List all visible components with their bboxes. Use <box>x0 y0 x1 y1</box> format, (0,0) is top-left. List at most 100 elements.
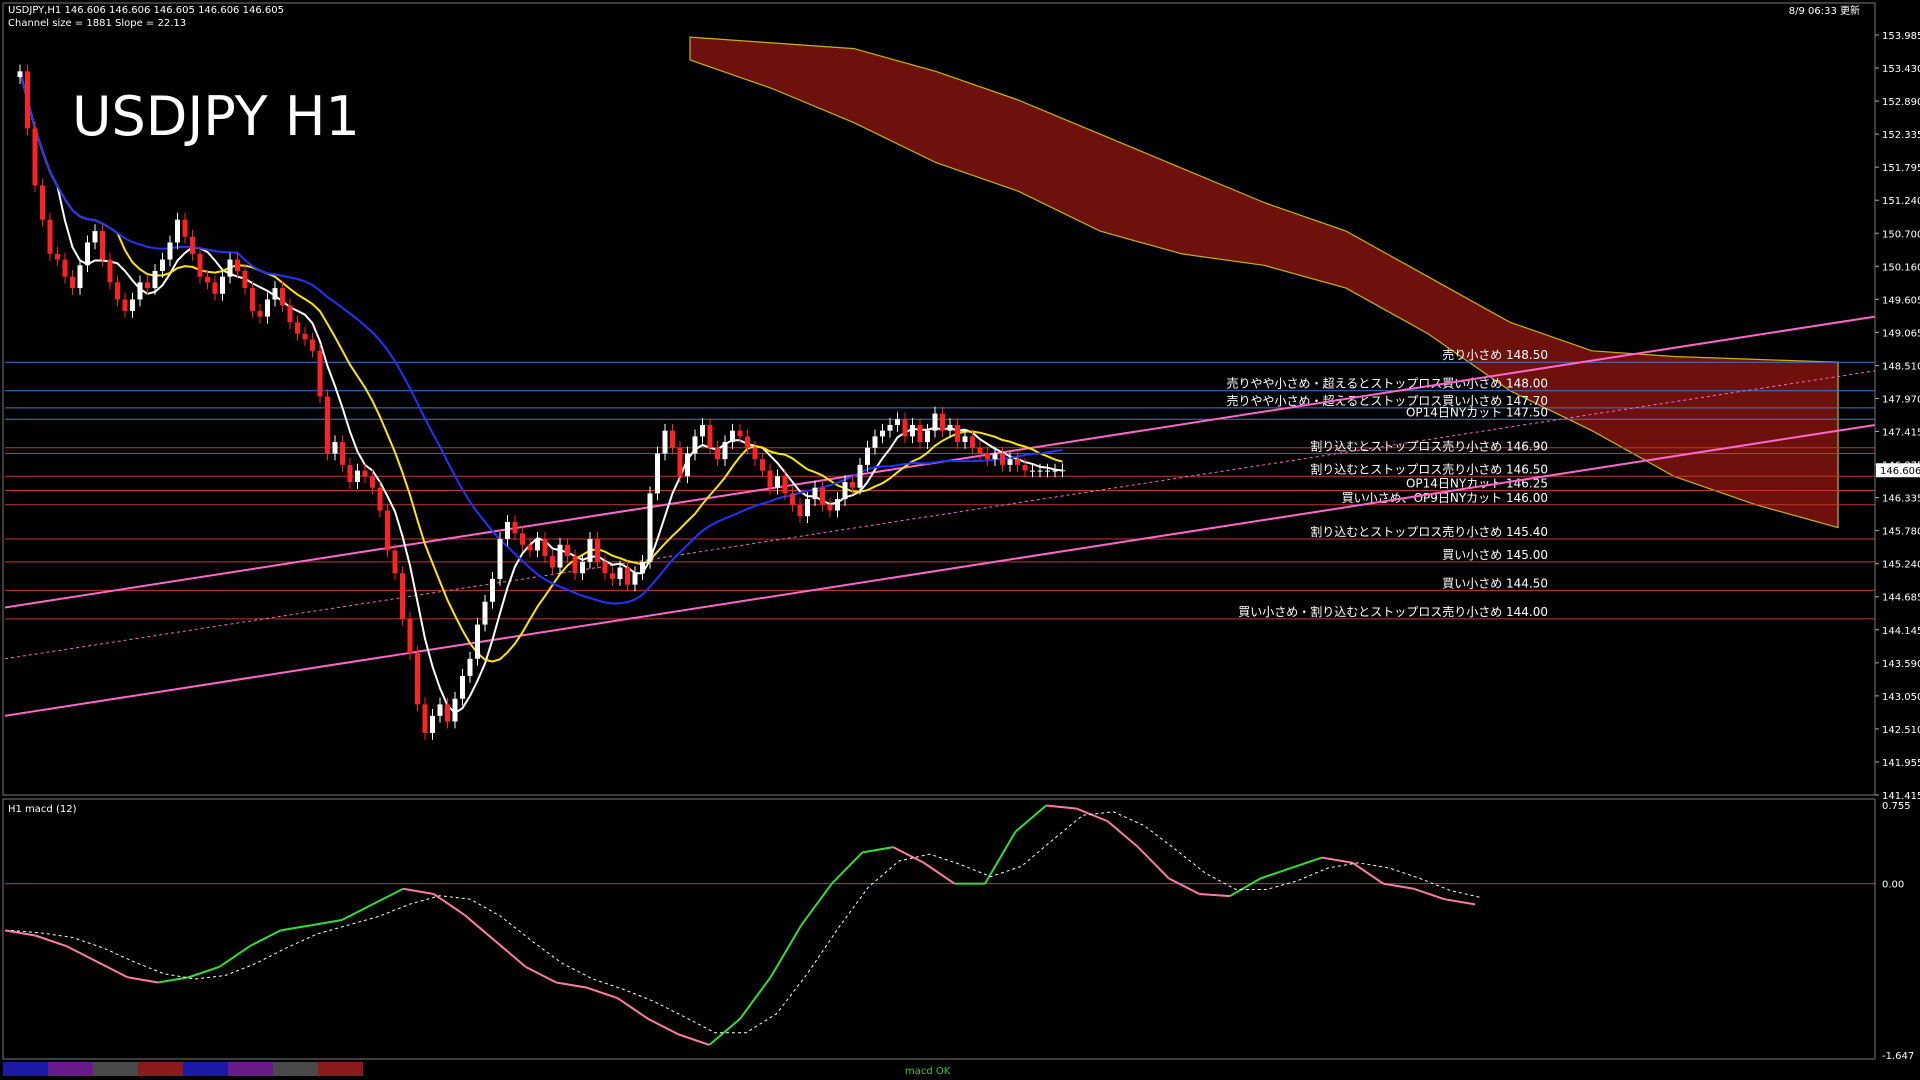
candle-body <box>235 259 240 271</box>
candle-body <box>362 470 368 477</box>
candle-body <box>775 476 780 488</box>
candle-body <box>167 242 173 260</box>
candle-body <box>752 447 758 460</box>
candle-body <box>700 424 705 437</box>
axis-tick-label: 147.415 <box>1882 428 1920 439</box>
candle-body <box>1007 459 1013 465</box>
candle-body <box>355 470 360 482</box>
candle-body <box>895 419 900 425</box>
candle-body <box>257 310 263 317</box>
candle-body <box>1052 470 1058 472</box>
current-price-label: 146.606 <box>1880 466 1920 477</box>
candle-body <box>722 442 728 460</box>
candle-body <box>932 413 938 431</box>
macd-tag: macd OK <box>905 1066 951 1077</box>
candle-body <box>1045 470 1050 472</box>
candle-body <box>272 288 278 300</box>
candle-body <box>407 618 413 654</box>
candle-body <box>520 533 525 545</box>
candle-body <box>805 499 810 517</box>
axis-tick-label: 153.985 <box>1882 31 1920 42</box>
timeframe-swatch <box>3 1062 48 1076</box>
axis-tick-label: 145.240 <box>1882 560 1920 571</box>
big-title: USDJPY H1 <box>72 85 360 148</box>
candle-body <box>970 436 975 448</box>
macd-tick-label: 0.00 <box>1882 880 1904 891</box>
candle-body <box>242 270 248 289</box>
timeframe-swatch <box>183 1062 228 1076</box>
candle-body <box>812 487 818 500</box>
timeframe-swatch <box>273 1062 318 1076</box>
candle-body <box>100 231 105 260</box>
candle-body <box>32 128 38 186</box>
axis-tick-label: 151.795 <box>1882 163 1920 174</box>
candle-body <box>977 447 983 454</box>
candle-body <box>445 704 450 722</box>
candle-body <box>925 430 930 443</box>
candle-body <box>190 236 195 254</box>
candle-body <box>677 447 683 477</box>
candle-body <box>332 442 338 454</box>
candle-body <box>55 253 60 260</box>
candle-body <box>392 550 398 574</box>
axis-tick-label: 150.160 <box>1882 262 1920 273</box>
candle-body <box>47 219 53 254</box>
axis-tick-label: 145.780 <box>1882 527 1920 538</box>
candle-body <box>1060 470 1065 472</box>
axis-tick-label: 142.510 <box>1882 725 1920 736</box>
candle-body <box>92 231 98 243</box>
candle-body <box>550 556 555 568</box>
candle-body <box>175 219 180 243</box>
candle-body <box>70 276 75 289</box>
candle-body <box>220 276 225 294</box>
candle-body <box>902 419 908 437</box>
candle-body <box>400 573 405 619</box>
candle-body <box>197 253 203 277</box>
channel-line: Channel size = 1881 Slope = 22.13 <box>8 18 186 29</box>
candle-body <box>535 539 540 551</box>
candle-body <box>835 499 840 511</box>
candle-body <box>130 299 135 311</box>
candle-body <box>880 430 885 437</box>
candle-body <box>640 561 645 574</box>
timeframe-swatch <box>228 1062 273 1076</box>
level-label: OP14日NYカット 147.50 <box>1406 405 1548 419</box>
candle-body <box>842 481 848 500</box>
axis-tick-label: 146.335 <box>1882 494 1920 505</box>
candle-body <box>940 413 945 431</box>
axis-tick-label: 153.430 <box>1882 64 1920 75</box>
level-label: 割り込むとストップロス売り小さめ 146.50 <box>1310 461 1548 476</box>
candle-body <box>160 259 165 271</box>
candle-body <box>452 698 458 722</box>
candle-body <box>572 556 578 574</box>
candle-body <box>1030 470 1035 472</box>
candle-body <box>317 350 323 397</box>
candle-body <box>415 653 420 705</box>
candle-body <box>122 299 128 311</box>
level-label: 売りやや小さめ・超えるとストップロス買い小さめ 148.00 <box>1227 376 1548 391</box>
candle-body <box>182 219 188 237</box>
candle-body <box>295 322 300 334</box>
macd-tick-label: 0.755 <box>1882 801 1911 812</box>
candle-body <box>205 276 210 283</box>
candle-body <box>85 242 90 266</box>
candle-body <box>212 282 218 294</box>
level-label: 割り込むとストップロス売り小さめ 145.40 <box>1310 524 1548 539</box>
candle-body <box>910 424 915 437</box>
candle-body <box>385 510 390 551</box>
candle-body <box>250 288 255 311</box>
candle-body <box>152 270 158 289</box>
axis-tick-label: 144.685 <box>1882 593 1920 604</box>
candle-body <box>1000 453 1005 465</box>
candle-body <box>17 71 23 78</box>
axis-tick-label: 147.970 <box>1882 394 1920 405</box>
candle-body <box>655 453 660 494</box>
level-label: 買い小さめ 145.00 <box>1442 548 1548 562</box>
candle-body <box>347 464 353 482</box>
candle-body <box>107 259 113 283</box>
timeframe-swatch <box>138 1062 183 1076</box>
axis-tick-label: 152.890 <box>1882 97 1920 108</box>
axis-tick-label: 141.955 <box>1882 758 1920 769</box>
candle-body <box>797 504 803 517</box>
macd-title: H1 macd (12) <box>8 804 77 815</box>
